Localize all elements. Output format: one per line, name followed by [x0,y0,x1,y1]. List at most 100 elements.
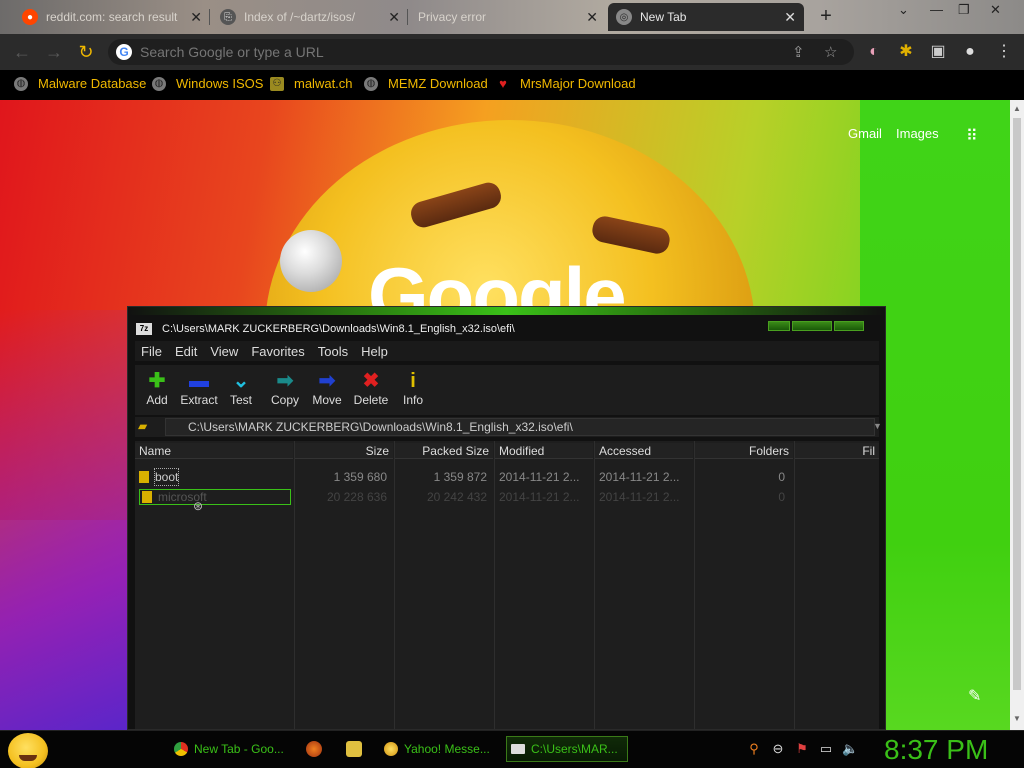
scroll-up-icon[interactable]: ▲ [1013,104,1021,113]
column-header-size[interactable]: Size [295,443,393,459]
reload-icon[interactable]: ↻ [76,42,96,62]
close-button[interactable] [834,321,864,331]
extension-flag-icon[interactable]: ◐ [864,42,884,62]
bookmark-malwatch[interactable]: ⚇ malwat.ch [270,76,353,91]
copy-icon: ➡ [276,370,294,392]
close-icon[interactable]: ✕ [586,9,598,26]
tab-privacy-error[interactable]: Privacy error ✕ [410,3,606,31]
start-button[interactable] [8,733,48,768]
delete-icon: ✖ [362,370,380,392]
page-scrollbar[interactable]: ▲ ▼ [1010,100,1024,730]
maximize-button[interactable] [792,321,832,331]
scrollbar-thumb[interactable] [1013,118,1021,690]
column-header-accessed[interactable]: Accessed [595,443,693,459]
bookmark-memz-download[interactable]: ◍ MEMZ Download [364,76,488,91]
close-icon[interactable]: ✕ [388,9,400,26]
column-header-modified[interactable]: Modified [495,443,593,459]
menu-file[interactable]: File [141,344,162,359]
yahoo-messenger-icon [384,742,398,756]
taskbar-item-new-tab[interactable]: New Tab - Goo... [170,736,290,762]
row-size: 20 228 636 [326,490,387,504]
apps-grid-icon[interactable]: ⠿ [966,126,984,145]
chevron-down-icon[interactable]: ▼ [873,421,882,431]
extract-button[interactable]: ▬ Extract [177,369,221,407]
restore-icon[interactable]: ❐ [958,2,970,18]
close-icon[interactable]: ✕ [784,9,796,26]
tab-label: reddit.com: search result [46,10,178,24]
column-files: Fil [795,441,879,729]
plus-icon: ✚ [148,370,166,392]
copy-button[interactable]: ➡ Copy [263,369,307,407]
folder-icon [142,491,152,503]
scroll-down-icon[interactable]: ▼ [1013,714,1021,723]
bookmark-mrsmajor-download[interactable]: ♥ MrsMajor Download [496,76,636,91]
customize-pencil-icon[interactable]: ✎ [968,686,981,706]
menu-favorites[interactable]: Favorites [251,344,304,359]
close-window-icon[interactable]: ✕ [990,2,1001,18]
messenger-tray-icon[interactable]: ⊖ [770,741,786,757]
google-icon: G [116,44,132,60]
minimize-icon[interactable]: — [930,2,943,17]
menu-tools[interactable]: Tools [318,344,348,359]
action-center-flag-icon[interactable]: ⚑ [794,741,810,757]
firefox-icon[interactable] [306,741,322,757]
file-explorer-icon[interactable] [346,741,362,757]
add-button[interactable]: ✚ Add [135,369,179,407]
table-row[interactable]: boot [139,468,180,486]
bookmark-malware-database[interactable]: ◍ Malware Database [14,76,146,91]
tab-new-tab[interactable]: ◎ New Tab ✕ [608,3,804,31]
window-accent-bar [128,307,885,315]
delete-button[interactable]: ✖ Delete [349,369,393,407]
table-row-selected[interactable]: microsoft [139,489,291,505]
omnibox-input[interactable] [140,42,740,62]
tab-index-of-isos[interactable]: ⎘ Index of /~dartz/isos/ ✕ [212,3,408,31]
path-bar: ▰ C:\Users\MARK ZUCKERBERG\Downloads\Win… [135,417,882,437]
chrome-icon: ◎ [616,9,632,25]
move-button[interactable]: ➡ Move [305,369,349,407]
minus-icon: ▬ [189,370,209,392]
extensions-puzzle-icon[interactable]: ✱ [896,42,916,62]
tab-reddit[interactable]: ● reddit.com: search result ✕ [14,3,210,31]
menu-edit[interactable]: Edit [175,344,197,359]
tab-separator [407,9,408,25]
images-link[interactable]: Images [896,126,939,141]
sevenzip-window: 7z C:\Users\MARK ZUCKERBERG\Downloads\Wi… [127,306,886,730]
info-button[interactable]: i Info [391,369,435,407]
profile-avatar-icon[interactable]: ● [960,42,980,62]
bookmark-windows-isos[interactable]: ◍ Windows ISOS [152,76,263,91]
folder-up-icon[interactable]: ▰ [138,419,154,435]
minimize-button[interactable] [768,321,790,331]
search-icon[interactable]: ⚲ [746,741,762,757]
taskbar-item-yahoo-messenger[interactable]: Yahoo! Messe... [380,736,500,762]
menu-help[interactable]: Help [361,344,388,359]
tab-search-icon[interactable]: ⌄ [898,2,909,18]
column-header-name[interactable]: Name [135,443,293,459]
taskbar-clock[interactable]: 8:37 PM [884,734,988,766]
network-icon[interactable]: ▭ [818,741,834,757]
window-title-bar[interactable]: 7z C:\Users\MARK ZUCKERBERG\Downloads\Wi… [136,321,876,337]
forward-icon[interactable]: → [44,42,64,62]
volume-icon[interactable]: 🔈 [842,741,858,757]
menu-view[interactable]: View [210,344,238,359]
row-modified: 2014-11-21 2... [499,470,580,484]
test-button[interactable]: ⌄ Test [219,369,263,407]
side-panel-icon[interactable]: ▣ [928,42,948,62]
column-header-folders[interactable]: Folders [695,443,793,459]
sparkle-orb [280,230,342,292]
path-field[interactable]: C:\Users\MARK ZUCKERBERG\Downloads\Win8.… [165,418,875,436]
column-header-files[interactable]: Fil [795,443,879,459]
sevenzip-icon [511,744,525,754]
share-icon[interactable]: ⇪ [792,43,805,61]
menu-kebab-icon[interactable]: ⋮ [994,42,1014,62]
taskbar-item-sevenzip[interactable]: C:\Users\MAR... [506,736,628,762]
star-icon[interactable]: ☆ [824,43,837,61]
new-tab-button[interactable]: + [815,6,837,28]
chrome-icon [174,742,188,756]
folder-icon [139,471,149,483]
bookmark-label: MrsMajor Download [520,76,636,91]
omnibox[interactable]: G ⇪ ☆ [108,39,854,65]
back-icon[interactable]: ← [12,42,32,62]
column-header-packed-size[interactable]: Packed Size [395,443,493,459]
close-icon[interactable]: ✕ [190,9,202,26]
gmail-link[interactable]: Gmail [848,126,882,141]
